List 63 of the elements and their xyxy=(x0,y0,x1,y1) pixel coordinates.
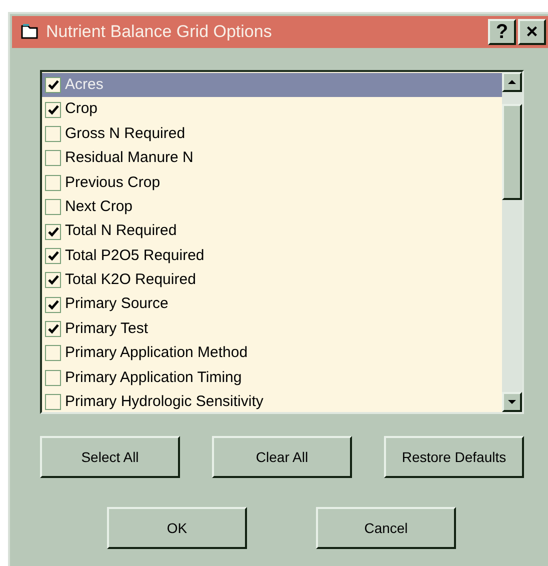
list-row[interactable]: Total K2O Required xyxy=(42,268,502,293)
checkbox[interactable] xyxy=(45,345,61,362)
list-row[interactable]: Primary Source xyxy=(42,292,502,317)
list-row[interactable]: Primary Application Method xyxy=(42,341,502,366)
checkbox[interactable] xyxy=(45,199,61,216)
down-arrow-icon xyxy=(508,400,516,404)
window-title: Nutrient Balance Grid Options xyxy=(46,21,273,44)
window-icon xyxy=(20,24,40,40)
list-row[interactable]: Primary Application Timing xyxy=(42,366,502,390)
checkbox[interactable] xyxy=(45,394,61,410)
checkmark-icon xyxy=(48,300,58,310)
checkmark-icon xyxy=(48,275,58,286)
row-label: Next Crop xyxy=(65,196,133,217)
checkmark-icon xyxy=(48,104,58,115)
up-arrow-icon xyxy=(508,80,516,84)
checkbox[interactable] xyxy=(45,224,61,240)
list-row[interactable]: Crop xyxy=(42,97,502,122)
row-label: Primary Application Timing xyxy=(65,368,242,388)
checkbox[interactable] xyxy=(45,370,61,386)
list-row[interactable]: Primary Hydrologic Sensitivity xyxy=(42,390,502,414)
list-row[interactable]: Total P2O5 Required xyxy=(42,244,502,268)
checkbox[interactable] xyxy=(45,174,61,191)
help-button[interactable]: ? xyxy=(488,19,516,45)
row-label: Previous Crop xyxy=(65,172,160,192)
row-label: Total K2O Required xyxy=(65,270,196,290)
dialog-button[interactable]: OK xyxy=(107,507,247,549)
checkmark-icon xyxy=(48,250,58,261)
checkbox[interactable] xyxy=(45,150,61,166)
checkmark-icon xyxy=(48,324,58,334)
row-label: Primary Test xyxy=(65,318,148,339)
row-label: Total N Required xyxy=(65,221,177,242)
checkbox[interactable] xyxy=(45,77,61,94)
list-row[interactable]: Primary Test xyxy=(42,316,502,342)
checkmark-icon xyxy=(48,80,58,90)
row-label: Primary Hydrologic Sensitivity xyxy=(65,392,264,412)
dialog-button[interactable]: Select All xyxy=(40,436,180,478)
list-row[interactable]: Gross N Required xyxy=(42,122,502,146)
row-label: Total P2O5 Required xyxy=(65,246,204,266)
checkbox[interactable] xyxy=(45,126,61,142)
row-label: Gross N Required xyxy=(65,124,186,144)
row-label: Primary Source xyxy=(65,294,168,314)
dialog-button[interactable]: Clear All xyxy=(212,436,352,478)
checkbox[interactable] xyxy=(45,248,61,264)
scroll-up-button[interactable] xyxy=(502,72,522,92)
list-row[interactable]: Residual Manure N xyxy=(42,146,502,171)
checkmark-icon xyxy=(48,226,58,237)
checkbox[interactable] xyxy=(45,296,61,313)
checkbox[interactable] xyxy=(45,272,61,288)
dialog-button[interactable]: Cancel xyxy=(316,507,456,549)
list-row[interactable]: Previous Crop xyxy=(42,170,502,195)
list-row[interactable]: Next Crop xyxy=(42,194,502,220)
list-row[interactable]: Total N Required xyxy=(42,219,502,244)
row-label: Primary Application Method xyxy=(65,343,248,364)
close-button[interactable]: × xyxy=(518,19,546,45)
row-label: Crop xyxy=(65,99,98,120)
scrollbar[interactable] xyxy=(502,72,522,412)
row-label: Residual Manure N xyxy=(65,148,194,168)
scroll-down-button[interactable] xyxy=(502,392,522,412)
checkbox[interactable] xyxy=(45,321,61,338)
checkbox[interactable] xyxy=(45,102,61,118)
row-label: Acres xyxy=(65,74,104,95)
dialog-button[interactable]: Restore Defaults xyxy=(384,436,524,478)
scroll-thumb[interactable] xyxy=(502,104,522,200)
